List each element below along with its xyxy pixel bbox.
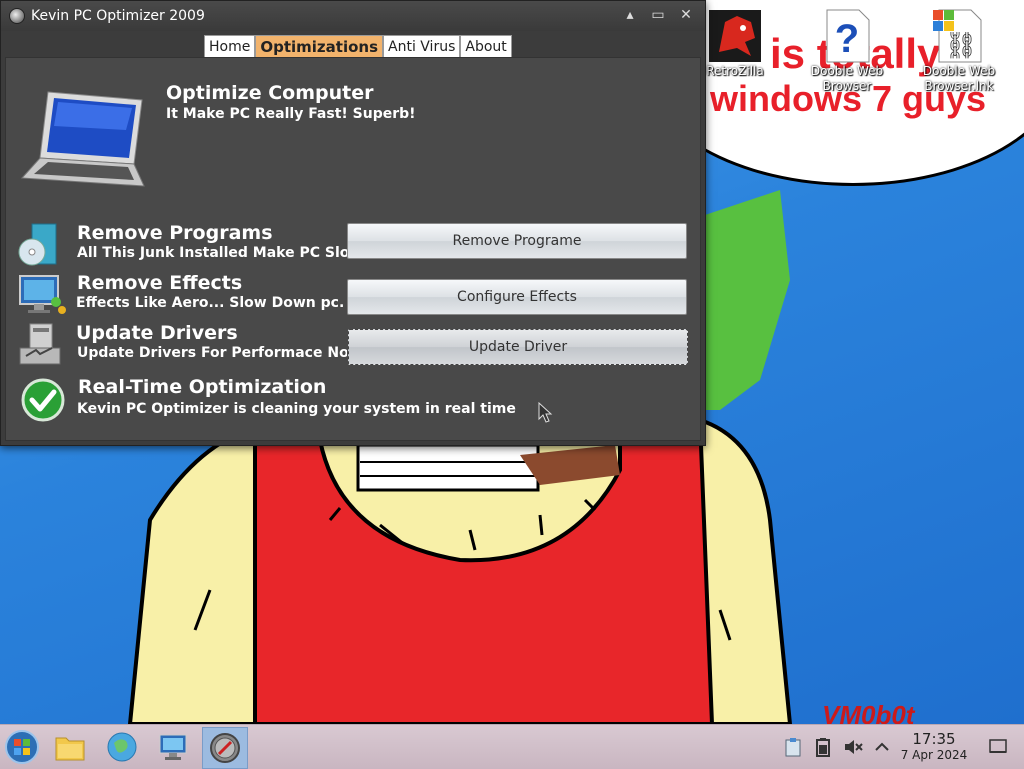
clipboard-icon <box>785 738 801 757</box>
desktop-icon-label: Dooble Web Browser.lnk <box>922 64 996 93</box>
desktop-icon-dooble[interactable]: ? Dooble Web Browser <box>792 8 902 94</box>
tray-clipboard[interactable] <box>782 725 804 769</box>
taskbar: 17:35 7 Apr 2024 <box>0 724 1024 769</box>
taskbar-optimizer[interactable] <box>202 727 248 769</box>
remove-programs-title: Remove Programs <box>77 222 273 244</box>
effects-monitor-icon <box>18 272 66 322</box>
mouse-cursor-icon <box>538 401 554 428</box>
monitor-icon <box>159 734 187 760</box>
folder-icon <box>55 737 85 761</box>
svg-text:⛓: ⛓ <box>944 31 977 61</box>
tray-volume[interactable] <box>842 725 864 769</box>
realtime-desc: Kevin PC Optimizer is cleaning your syst… <box>77 401 516 417</box>
desktop-icon-dooble-lnk[interactable]: ⛓ Dooble Web Browser.lnk <box>904 8 1014 94</box>
show-desktop-button[interactable] <box>986 725 1010 769</box>
dinosaur-icon <box>707 8 763 64</box>
taskbar-control-panel[interactable] <box>152 727 196 767</box>
tab-anti-virus[interactable]: Anti Virus <box>383 35 461 59</box>
desktop-icon-label: Dooble Web Browser <box>810 64 884 93</box>
taskbar-clock[interactable]: 17:35 7 Apr 2024 <box>896 731 972 763</box>
configure-effects-button[interactable]: Configure Effects <box>347 279 687 315</box>
tab-optimizations[interactable]: Optimizations <box>255 35 383 59</box>
battery-icon <box>816 738 830 757</box>
clock-date: 7 Apr 2024 <box>900 748 968 762</box>
laptop-icon <box>18 88 148 192</box>
remove-effects-title: Remove Effects <box>77 272 243 294</box>
window-title: Kevin PC Optimizer 2009 <box>31 8 205 24</box>
realtime-title: Real-Time Optimization <box>78 376 327 398</box>
update-drivers-desc: Update Drivers For Performace Now <box>77 345 347 361</box>
update-driver-button[interactable]: Update Driver <box>348 329 688 365</box>
update-drivers-title: Update Drivers <box>76 322 238 344</box>
tab-home[interactable]: Home <box>204 35 256 59</box>
maximize-button[interactable]: ▭ <box>649 7 667 23</box>
drivers-hardware-icon <box>18 322 66 372</box>
taskbar-browser[interactable] <box>100 727 144 767</box>
desktop-icon <box>989 739 1007 753</box>
minimize-button[interactable]: ▴ <box>621 7 639 23</box>
title-bar[interactable]: Kevin PC Optimizer 2009 ▴ ▭ ✕ <box>1 1 705 31</box>
optimize-subtitle: It Make PC Really Fast! Superb! <box>166 106 416 122</box>
tab-bar: Home Optimizations Anti Virus About <box>204 35 512 59</box>
programs-cd-icon <box>18 222 64 272</box>
start-button[interactable] <box>0 727 44 767</box>
app-icon <box>9 8 25 24</box>
optimizations-panel: Optimize Computer It Make PC Really Fast… <box>5 57 701 441</box>
tab-about[interactable]: About <box>460 35 512 59</box>
optimize-title: Optimize Computer <box>166 82 374 104</box>
question-icon: ? <box>819 8 875 64</box>
checkmark-icon <box>20 378 66 426</box>
compass-icon <box>210 733 240 763</box>
remove-programs-desc: All This Junk Installed Make PC Slow <box>77 245 347 261</box>
globe-icon <box>107 732 137 762</box>
windows-orb-icon <box>5 730 39 764</box>
taskbar-file-manager[interactable] <box>48 727 92 767</box>
close-button[interactable]: ✕ <box>677 7 695 23</box>
remove-programs-button[interactable]: Remove Programe <box>347 223 687 259</box>
chevron-up-icon <box>875 742 889 751</box>
tray-expand[interactable] <box>872 725 892 769</box>
watermark: VM0b0t <box>822 700 915 724</box>
clock-time: 17:35 <box>912 730 956 748</box>
volume-muted-icon <box>845 740 863 754</box>
remove-effects-desc: Effects Like Aero... Slow Down pc. <box>76 295 345 311</box>
link-icon: ⛓ <box>931 8 987 64</box>
svg-text:?: ? <box>835 17 859 61</box>
optimizer-window: Kevin PC Optimizer 2009 ▴ ▭ ✕ Home Optim… <box>0 0 706 446</box>
tray-battery[interactable] <box>812 725 834 769</box>
